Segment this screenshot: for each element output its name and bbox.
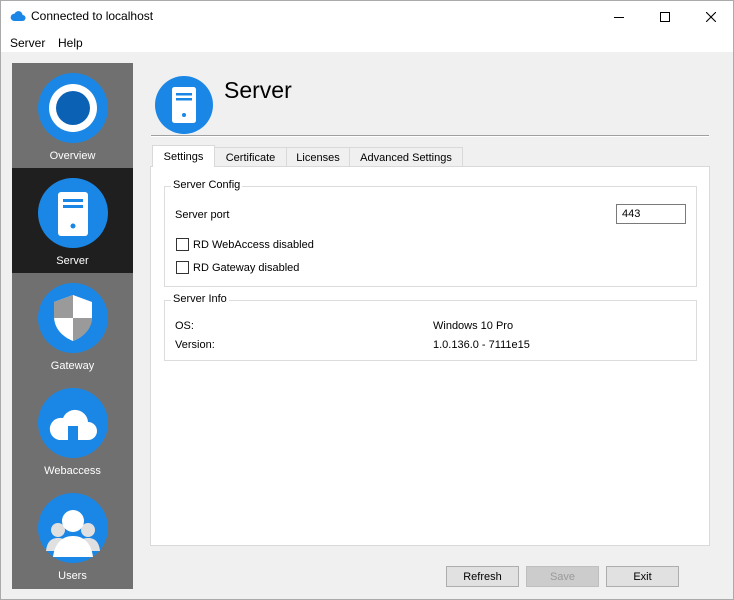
exit-button[interactable]: Exit <box>606 566 679 587</box>
server-info-group: Server Info OS: Windows 10 Pro Version: … <box>164 293 697 361</box>
shield-icon <box>38 283 108 353</box>
server-port-label: Server port <box>175 209 230 221</box>
sidebar-item-label: Webaccess <box>44 465 101 477</box>
sidebar: Overview Server Gateway Webaccess Users <box>12 63 133 589</box>
sidebar-item-overview[interactable]: Overview <box>12 63 133 168</box>
version-value: 1.0.136.0 - 7111e15 <box>433 339 530 351</box>
sidebar-item-label: Overview <box>49 150 96 162</box>
version-label: Version: <box>175 339 215 351</box>
server-config-group: Server Config Server port RD WebAccess d… <box>164 179 697 287</box>
cloud-app-icon <box>10 11 26 22</box>
cloud-icon <box>38 388 108 458</box>
webaccess-disabled-checkbox[interactable] <box>176 238 189 251</box>
group-title: Server Config <box>171 179 243 191</box>
menu-bar: Server Help <box>1 32 733 52</box>
minimize-button[interactable] <box>596 1 642 32</box>
app-window: Connected to localhost Server Help Overv… <box>0 0 734 600</box>
gateway-disabled-checkbox[interactable] <box>176 261 189 274</box>
sidebar-item-gateway[interactable]: Gateway <box>12 273 133 378</box>
close-button[interactable] <box>688 1 733 32</box>
gateway-disabled-label: RD Gateway disabled <box>193 262 300 274</box>
group-title: Server Info <box>171 293 229 305</box>
refresh-button[interactable]: Refresh <box>446 566 519 587</box>
sidebar-item-server[interactable]: Server <box>12 168 133 273</box>
close-icon <box>706 11 716 22</box>
webaccess-disabled-label: RD WebAccess disabled <box>193 239 314 251</box>
window-title: Connected to localhost <box>31 9 154 23</box>
server-icon <box>155 76 213 134</box>
tab-licenses[interactable]: Licenses <box>286 147 350 167</box>
settings-panel: Server Config Server port RD WebAccess d… <box>150 166 710 546</box>
sidebar-item-webaccess[interactable]: Webaccess <box>12 378 133 483</box>
server-icon <box>38 178 108 248</box>
tab-settings[interactable]: Settings <box>152 145 215 167</box>
users-icon <box>38 493 108 563</box>
maximize-button[interactable] <box>642 1 688 32</box>
sidebar-item-label: Users <box>58 570 87 582</box>
minimize-icon <box>614 16 624 18</box>
tab-certificate[interactable]: Certificate <box>214 147 287 167</box>
overview-icon <box>38 73 108 143</box>
page-title: Server <box>224 77 292 103</box>
save-button[interactable]: Save <box>526 566 599 587</box>
tab-advanced-settings[interactable]: Advanced Settings <box>349 147 463 167</box>
os-label: OS: <box>175 320 194 332</box>
sidebar-item-label: Server <box>56 255 89 267</box>
menu-help[interactable]: Help <box>58 36 83 50</box>
maximize-icon <box>660 11 670 22</box>
sidebar-item-users[interactable]: Users <box>12 483 133 588</box>
os-value: Windows 10 Pro <box>433 320 514 332</box>
menu-server[interactable]: Server <box>10 36 45 50</box>
title-bar[interactable]: Connected to localhost <box>1 1 733 32</box>
sidebar-item-label: Gateway <box>50 360 95 372</box>
server-port-input[interactable] <box>616 204 686 224</box>
header-divider <box>151 135 709 137</box>
